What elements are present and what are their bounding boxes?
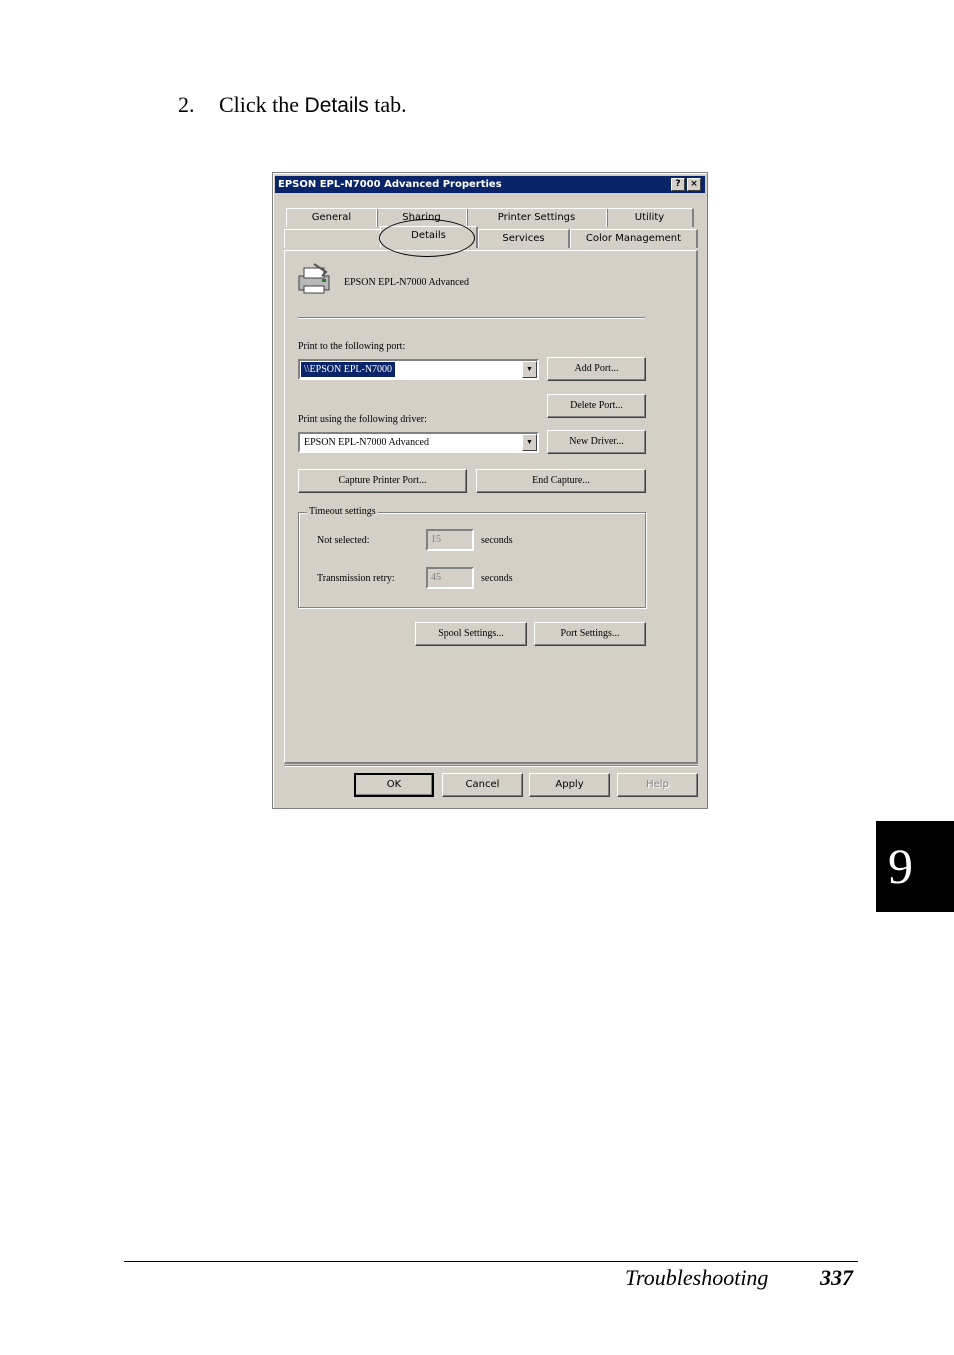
driver-value: EPSON EPL-N7000 Advanced — [304, 437, 429, 448]
footer-rule — [124, 1261, 858, 1262]
tab-general[interactable]: General — [286, 208, 378, 227]
driver-label: Print using the following driver: — [298, 414, 427, 425]
add-port-button[interactable]: Add Port... — [547, 357, 646, 381]
step-text-before: Click the — [219, 92, 305, 117]
spool-settings-button[interactable]: Spool Settings... — [415, 622, 527, 646]
driver-dropdown-arrow-icon[interactable]: ▼ — [522, 434, 537, 451]
ok-button[interactable]: OK — [354, 773, 434, 797]
capture-printer-port-button[interactable]: Capture Printer Port... — [298, 469, 467, 493]
tab-color-management[interactable]: Color Management — [570, 229, 698, 248]
bottom-separator — [284, 765, 698, 767]
timeout-settings-group: Timeout settings — [298, 506, 646, 608]
end-capture-button[interactable]: End Capture... — [476, 469, 646, 493]
tab-utility[interactable]: Utility — [606, 208, 694, 227]
tab-services[interactable]: Services — [478, 229, 570, 248]
header-separator — [298, 317, 645, 319]
port-label: Print to the following port: — [298, 341, 406, 352]
port-value: \\EPSON EPL-N7000 — [301, 362, 396, 377]
apply-button[interactable]: Apply — [529, 773, 610, 797]
not-selected-units: seconds — [481, 535, 513, 546]
chapter-number-tab: 9 — [876, 821, 954, 912]
port-dropdown-arrow-icon[interactable]: ▼ — [522, 361, 537, 378]
step-number: 2. — [178, 92, 195, 117]
transmission-retry-label: Transmission retry: — [317, 573, 395, 584]
help-button[interactable]: Help — [617, 773, 698, 797]
help-title-button[interactable]: ? — [671, 178, 685, 191]
port-combo[interactable]: \\EPSON EPL-N7000 ▼ — [298, 359, 539, 380]
not-selected-label: Not selected: — [317, 535, 370, 546]
driver-combo[interactable]: EPSON EPL-N7000 Advanced ▼ — [298, 432, 539, 453]
step-keyword: Details — [304, 94, 369, 117]
transmission-retry-units: seconds — [481, 573, 513, 584]
dialog-title: EPSON EPL-N7000 Advanced Properties — [278, 179, 502, 190]
cancel-button[interactable]: Cancel — [442, 773, 523, 797]
new-driver-button[interactable]: New Driver... — [547, 430, 646, 454]
transmission-retry-field[interactable]: 45 — [426, 567, 474, 589]
close-title-button[interactable]: × — [687, 178, 701, 191]
tab-printer-settings[interactable]: Printer Settings — [466, 208, 608, 227]
tab-details-row-start — [284, 229, 382, 248]
step-text-after: tab. — [368, 92, 407, 117]
port-settings-button[interactable]: Port Settings... — [534, 622, 646, 646]
details-tab-highlight-ellipse — [379, 219, 475, 257]
footer-section-title: Troubleshooting — [625, 1265, 769, 1290]
delete-port-button[interactable]: Delete Port... — [547, 394, 646, 418]
not-selected-field[interactable]: 15 — [426, 529, 474, 551]
step-instruction: 2. Click the Details tab. — [178, 92, 407, 118]
printer-name: EPSON EPL-N7000 Advanced — [344, 277, 469, 288]
timeout-legend: Timeout settings — [307, 506, 378, 517]
printer-icon — [298, 263, 330, 294]
dialog-titlebar: EPSON EPL-N7000 Advanced Properties ? × — [275, 176, 705, 193]
footer-page-number: 337 — [820, 1265, 853, 1290]
